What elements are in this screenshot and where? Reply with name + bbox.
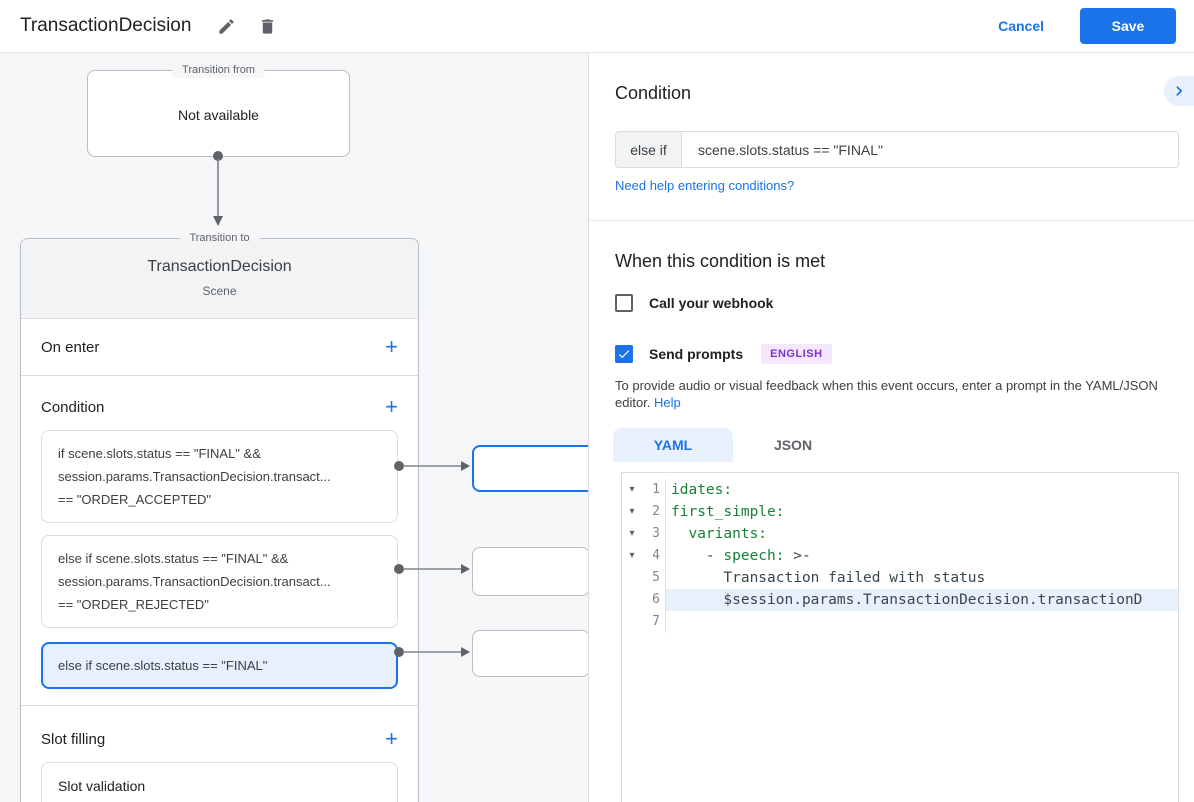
send-prompts-label: Send prompts	[649, 346, 744, 362]
cancel-button[interactable]: Cancel	[998, 18, 1044, 34]
editor-line: ▾ 2 first_simple:	[622, 501, 1178, 523]
code-text: first_simple:	[671, 504, 785, 520]
transition-from-box[interactable]: Transition from Not available	[87, 63, 350, 157]
editor-line: ▾ 1 idates:	[622, 479, 1178, 501]
language-badge: ENGLISH	[761, 344, 832, 364]
condition-card-selected[interactable]: else if scene.slots.status == "FINAL"	[41, 642, 398, 689]
transition-target-box-1[interactable]	[472, 445, 588, 492]
slot-filling-section: Slot filling + Slot validation	[21, 706, 418, 802]
line-number: 7	[642, 611, 666, 633]
code-text: idates:	[671, 482, 733, 498]
delete-scene-button[interactable]	[254, 13, 281, 40]
condition-line: else if scene.slots.status == "FINAL" &&	[58, 551, 289, 566]
flow-canvas: Transition from Not available Transition…	[0, 53, 588, 802]
condition-line: == "ORDER_REJECTED"	[58, 597, 209, 612]
prompt-hint: To provide audio or visual feedback when…	[615, 377, 1181, 411]
on-enter-label: On enter	[41, 338, 100, 356]
save-button[interactable]: Save	[1080, 8, 1176, 44]
condition-line: session.params.TransactionDecision.trans…	[58, 574, 331, 589]
condition-line: else if scene.slots.status == "FINAL"	[58, 658, 268, 673]
scene-header[interactable]: TransactionDecision Scene	[21, 239, 418, 319]
help-link[interactable]: Help	[654, 395, 681, 410]
fold-arrow-icon[interactable]: ▾	[622, 523, 642, 545]
line-number: 3	[642, 523, 666, 545]
tab-json[interactable]: JSON	[733, 428, 853, 462]
yaml-editor[interactable]: ▾ 1 idates: ▾ 2 first_simple: ▾ 3 varian…	[621, 472, 1179, 802]
transition-to-box: Transition to TransactionDecision Scene …	[20, 231, 419, 802]
check-icon	[618, 350, 630, 359]
condition-card-order-rejected[interactable]: else if scene.slots.status == "FINAL" &&…	[41, 535, 398, 628]
line-number: 2	[642, 501, 666, 523]
editor-line: 5 Transaction failed with status	[622, 567, 1178, 589]
call-webhook-label: Call your webhook	[649, 295, 774, 311]
slot-validation-label: Slot validation	[58, 778, 146, 794]
scene-editor: TransactionDecision Cancel Save Transiti…	[0, 0, 1194, 802]
edit-scene-button[interactable]	[213, 13, 240, 40]
call-webhook-checkbox[interactable]	[615, 294, 633, 312]
editor-line-active: 6 $session.params.TransactionDecision.tr…	[622, 589, 1178, 611]
tab-yaml[interactable]: YAML	[613, 428, 733, 462]
condition-line: session.params.TransactionDecision.trans…	[58, 469, 331, 484]
condition-help-link[interactable]: Need help entering conditions?	[615, 178, 794, 193]
pencil-icon	[219, 18, 235, 34]
when-condition-heading: When this condition is met	[615, 251, 826, 271]
transition-to-legend: Transition to	[179, 231, 260, 246]
collapse-panel-button[interactable]	[1164, 76, 1194, 106]
condition-line: == "ORDER_ACCEPTED"	[58, 492, 211, 507]
condition-card-order-accepted[interactable]: if scene.slots.status == "FINAL" && sess…	[41, 430, 398, 523]
trash-icon	[262, 18, 274, 34]
line-number: 4	[642, 545, 666, 567]
condition-section-label: Condition	[41, 398, 105, 416]
editor-tabs: YAML JSON	[613, 428, 853, 462]
condition-detail-panel: Condition else if Need help entering con…	[588, 53, 1194, 802]
condition-input[interactable]	[682, 132, 1178, 167]
fold-arrow-icon[interactable]: ▾	[622, 479, 642, 501]
webhook-row: Call your webhook	[615, 294, 773, 312]
page-title: TransactionDecision	[20, 15, 192, 36]
editor-line: ▾ 3 variants:	[622, 523, 1178, 545]
add-slot-button[interactable]: +	[379, 726, 404, 752]
code-text: variants:	[688, 526, 768, 542]
code-text: $session.params.TransactionDecision.tran…	[666, 589, 1178, 611]
condition-input-group: else if	[615, 131, 1179, 168]
send-prompts-checkbox[interactable]	[615, 345, 633, 363]
code-text: speech:	[723, 548, 785, 564]
scene-title: TransactionDecision	[147, 258, 292, 275]
slot-filling-label: Slot filling	[41, 730, 106, 748]
fold-arrow-icon[interactable]: ▾	[622, 501, 642, 523]
fold-arrow-icon[interactable]: ▾	[622, 545, 642, 567]
slot-validation-card[interactable]: Slot validation	[41, 762, 398, 802]
prompt-hint-text: To provide audio or visual feedback when…	[615, 378, 1158, 410]
chevron-right-icon	[1176, 86, 1182, 96]
condition-line: if scene.slots.status == "FINAL" &&	[58, 446, 261, 461]
condition-section: Condition + if scene.slots.status == "FI…	[21, 376, 418, 706]
line-number: 6	[642, 589, 666, 611]
condition-prefix: else if	[616, 132, 682, 167]
scene-subtitle: Scene	[202, 284, 237, 298]
top-bar: TransactionDecision Cancel Save	[0, 0, 1194, 53]
line-number: 1	[642, 479, 666, 501]
transition-from-value: Not available	[178, 107, 259, 123]
editor-line: 7	[622, 611, 1178, 633]
add-on-enter-button[interactable]: +	[379, 334, 404, 360]
editor-line: ▾ 4 - speech: >-	[622, 545, 1178, 567]
transition-from-legend: Transition from	[172, 63, 265, 78]
condition-heading: Condition	[615, 83, 692, 103]
code-text: Transaction failed with status	[671, 570, 986, 586]
line-number: 5	[642, 567, 666, 589]
send-prompts-row: Send prompts ENGLISH	[615, 344, 832, 364]
transition-target-box-2[interactable]	[472, 547, 588, 596]
add-condition-button[interactable]: +	[379, 394, 404, 420]
transition-target-box-3[interactable]	[472, 630, 588, 677]
panel-divider	[589, 220, 1194, 221]
on-enter-section: On enter +	[21, 319, 418, 376]
